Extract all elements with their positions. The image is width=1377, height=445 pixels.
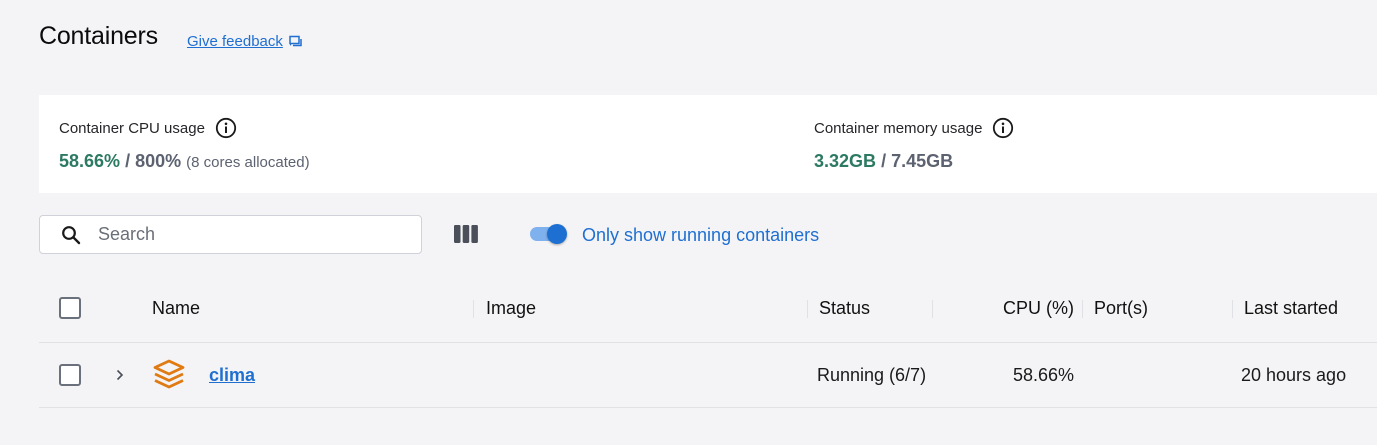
column-header-name[interactable]: Name bbox=[152, 298, 200, 319]
search-input[interactable] bbox=[98, 216, 408, 253]
container-cpu: 58.66% bbox=[1013, 365, 1075, 385]
cpu-usage-stat: Container CPU usage 58.66% / 800% (8 cor… bbox=[59, 117, 310, 172]
containers-page: Containers Give feedback Container CPU u… bbox=[0, 0, 1377, 445]
info-icon[interactable] bbox=[992, 117, 1014, 139]
expand-row-button[interactable] bbox=[113, 366, 127, 384]
column-divider[interactable] bbox=[473, 300, 474, 318]
give-feedback-label: Give feedback bbox=[187, 33, 283, 50]
memory-total: 7.45GB bbox=[891, 151, 954, 171]
memory-usage-value: 3.32GB / 7.45GB bbox=[814, 151, 1014, 172]
column-header-cpu[interactable]: CPU (%) bbox=[1003, 298, 1074, 319]
info-icon[interactable] bbox=[215, 117, 237, 139]
column-header-image[interactable]: Image bbox=[486, 298, 536, 319]
column-header-ports[interactable]: Port(s) bbox=[1094, 298, 1148, 319]
column-divider[interactable] bbox=[1232, 300, 1233, 318]
memory-separator: / bbox=[881, 151, 887, 171]
chevron-right-icon bbox=[116, 369, 124, 381]
toggle-knob bbox=[547, 224, 567, 244]
cpu-total: 800% bbox=[135, 151, 182, 171]
usage-stats-panel: Container CPU usage 58.66% / 800% (8 cor… bbox=[39, 95, 1377, 193]
stack-layers-icon bbox=[153, 359, 185, 389]
memory-used: 3.32GB bbox=[814, 151, 877, 171]
containers-table: Name Image Status CPU (%) Port(s) Last s… bbox=[39, 273, 1377, 408]
select-all-checkbox[interactable] bbox=[59, 297, 81, 319]
table-row[interactable]: clima Running (6/7) 58.66% 20 hours ago bbox=[39, 343, 1377, 408]
memory-usage-label: Container memory usage bbox=[814, 119, 983, 137]
column-header-last-started[interactable]: Last started bbox=[1244, 298, 1338, 319]
cpu-separator: / bbox=[125, 151, 131, 171]
page-title: Containers bbox=[39, 22, 158, 50]
column-divider[interactable] bbox=[1082, 300, 1083, 318]
container-status: Running (6/7) bbox=[817, 365, 927, 385]
table-header: Name Image Status CPU (%) Port(s) Last s… bbox=[39, 273, 1377, 343]
cpu-cores-note: (8 cores allocated) bbox=[186, 154, 310, 171]
search-box[interactable] bbox=[39, 215, 422, 254]
column-divider[interactable] bbox=[932, 300, 933, 318]
cpu-used: 58.66% bbox=[59, 151, 121, 171]
column-header-status[interactable]: Status bbox=[819, 298, 870, 319]
feedback-icon bbox=[289, 35, 302, 46]
container-name-link[interactable]: clima bbox=[209, 365, 255, 386]
cpu-usage-label: Container CPU usage bbox=[59, 119, 205, 137]
column-divider[interactable] bbox=[807, 300, 808, 318]
give-feedback-link[interactable]: Give feedback bbox=[187, 33, 303, 50]
search-icon bbox=[62, 226, 81, 245]
running-only-toggle-label[interactable]: Only show running containers bbox=[582, 225, 819, 246]
cpu-usage-value: 58.66% / 800% (8 cores allocated) bbox=[59, 151, 310, 172]
row-checkbox[interactable] bbox=[59, 364, 81, 386]
memory-usage-stat: Container memory usage 3.32GB / 7.45GB bbox=[814, 117, 1014, 172]
column-settings-button[interactable] bbox=[452, 222, 480, 246]
running-only-toggle[interactable] bbox=[530, 224, 568, 244]
container-last-started: 20 hours ago bbox=[1241, 365, 1347, 385]
columns-icon bbox=[454, 225, 478, 243]
